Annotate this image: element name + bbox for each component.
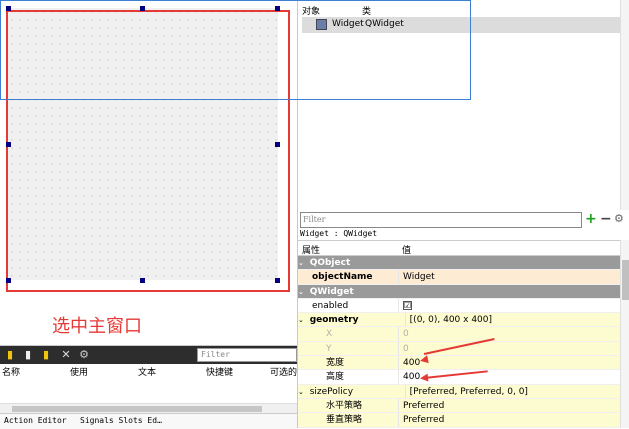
property-row[interactable]: 垂直策略 Preferred [298,413,620,428]
property-editor: Filter + − ⚙ Widget : QWidget 属性 值 ⌄ QObj… [297,210,629,428]
property-row[interactable]: enabled ☑ [298,298,620,314]
property-value[interactable]: 400 [398,356,620,370]
property-row[interactable]: ⌄ QWidget [298,284,620,299]
form-canvas-area: 选中主窗口 [0,0,297,345]
resize-handle-bottom[interactable] [140,278,145,283]
object-inspector-header: 对象 类 [298,4,629,17]
object-name: Widget [332,19,364,29]
property-key: Y [326,343,332,354]
property-value[interactable]: ☑ [398,298,620,313]
annotation-select-main-window: 选中主窗口 [52,316,142,337]
scrollbar-thumb[interactable] [622,260,629,300]
resize-handle-right[interactable] [275,142,280,147]
resize-handle-bottom-left[interactable] [6,278,11,283]
column-class[interactable]: 类 [362,4,371,17]
remove-property-icon[interactable]: − [600,211,612,227]
tab-signals-slots[interactable]: Signals Slots Ed… [80,416,162,425]
resize-handle-top-right[interactable] [275,6,280,11]
property-row[interactable]: ⌄ sizePolicy [Preferred, Preferred, 0, 0] [298,384,620,399]
column-property[interactable]: 属性 [302,243,320,256]
property-key: QWidget [309,286,354,297]
scrollbar-thumb[interactable] [12,406,262,412]
property-key: 高度 [326,372,345,383]
property-row[interactable]: objectName Widget [298,270,620,285]
property-key: objectName [312,272,373,283]
column-value[interactable]: 值 [402,243,411,256]
resize-handle-top-left[interactable] [6,6,11,11]
property-key: sizePolicy [309,386,354,397]
object-inspector-scrollbar[interactable] [620,0,629,210]
add-property-icon[interactable]: + [585,211,597,227]
property-key: QObject [309,258,351,268]
resize-handle-top[interactable] [140,6,145,11]
column-shortcut[interactable]: 快捷键 [206,365,233,378]
action-editor: ▮ ▮ ▮ ✕ ⚙ Filter 名称 使用 文本 快捷键 可选的 Action… [0,345,297,429]
column-used[interactable]: 使用 [70,365,88,378]
new-action-icon[interactable]: ▮ [4,349,16,361]
column-name[interactable]: 名称 [2,365,20,378]
property-row[interactable]: Y0 [298,341,620,357]
property-row[interactable]: 水平策略 Preferred [298,398,620,414]
enabled-checkbox[interactable]: ☑ [403,300,412,310]
property-value[interactable]: [Preferred, Preferred, 0, 0] [404,384,620,398]
property-value [405,285,620,298]
copy-action-icon[interactable]: ▮ [22,349,34,361]
property-rows: ⌄ QObject objectName Widget ⌄ QWidget enabled ☑… [298,256,620,428]
property-value[interactable]: 0 [398,327,620,341]
property-filter-input[interactable]: Filter [300,212,582,228]
chevron-down-icon[interactable]: ⌄ [298,385,308,398]
wrench-icon[interactable]: ⚙ [614,212,624,225]
property-key: 垂直策略 [326,415,363,426]
action-table-header: 名称 使用 文本 快捷键 可选的 [0,365,297,378]
resize-handle-bottom-right[interactable] [275,278,280,283]
property-value[interactable]: Preferred [398,413,620,427]
property-class-line: Widget : QWidget [300,229,378,238]
tab-action-editor[interactable]: Action Editor [4,416,67,425]
resize-handle-left[interactable] [6,142,11,147]
property-row[interactable]: ⌄ geometry [(0, 0), 400 x 400] [298,313,620,328]
object-inspector: 对象 类 Widget QWidget [297,0,629,210]
chevron-down-icon[interactable]: ⌄ [298,285,308,298]
bottom-tabs: Action Editor Signals Slots Ed… [0,413,297,429]
property-key: 水平策略 [326,400,363,411]
column-object[interactable]: 对象 [302,4,320,17]
object-class: QWidget [365,19,404,29]
property-row[interactable]: X0 [298,327,620,342]
property-value[interactable]: [(0, 0), 400 x 400] [404,313,620,327]
configure-icon[interactable]: ⚙ [78,349,90,361]
chevron-down-icon[interactable]: ⌄ [298,313,308,326]
action-editor-toolbar: ▮ ▮ ▮ ✕ ⚙ Filter [0,346,297,364]
property-filter-row: Filter + − ⚙ [298,211,629,228]
action-filter-input[interactable]: Filter [197,348,297,362]
annotation-arrow-head-height [419,373,429,383]
property-key: 宽度 [326,358,345,369]
property-row[interactable]: 宽度 400 [298,356,620,371]
property-table-header: 属性 值 [298,240,620,256]
chevron-down-icon[interactable]: ⌄ [298,256,308,269]
property-value [405,256,620,269]
action-editor-hscrollbar[interactable] [0,403,297,413]
property-editor-scrollbar[interactable] [620,240,629,428]
column-checkable[interactable]: 可选的 [270,365,297,378]
paste-action-icon[interactable]: ▮ [40,349,52,361]
annotation-arrow-head-width [419,355,429,365]
property-key: geometry [309,315,359,326]
annotation-red-frame [6,10,290,292]
property-row[interactable]: ⌄ QObject [298,256,620,271]
property-value[interactable]: Preferred [398,398,620,413]
delete-action-icon[interactable]: ✕ [60,349,72,361]
property-value[interactable]: Widget [398,270,620,284]
property-key: X [326,329,333,340]
widget-icon [316,19,327,30]
property-key: enabled [312,300,349,311]
object-row-widget[interactable]: Widget QWidget [302,17,620,33]
column-text[interactable]: 文本 [138,365,156,378]
